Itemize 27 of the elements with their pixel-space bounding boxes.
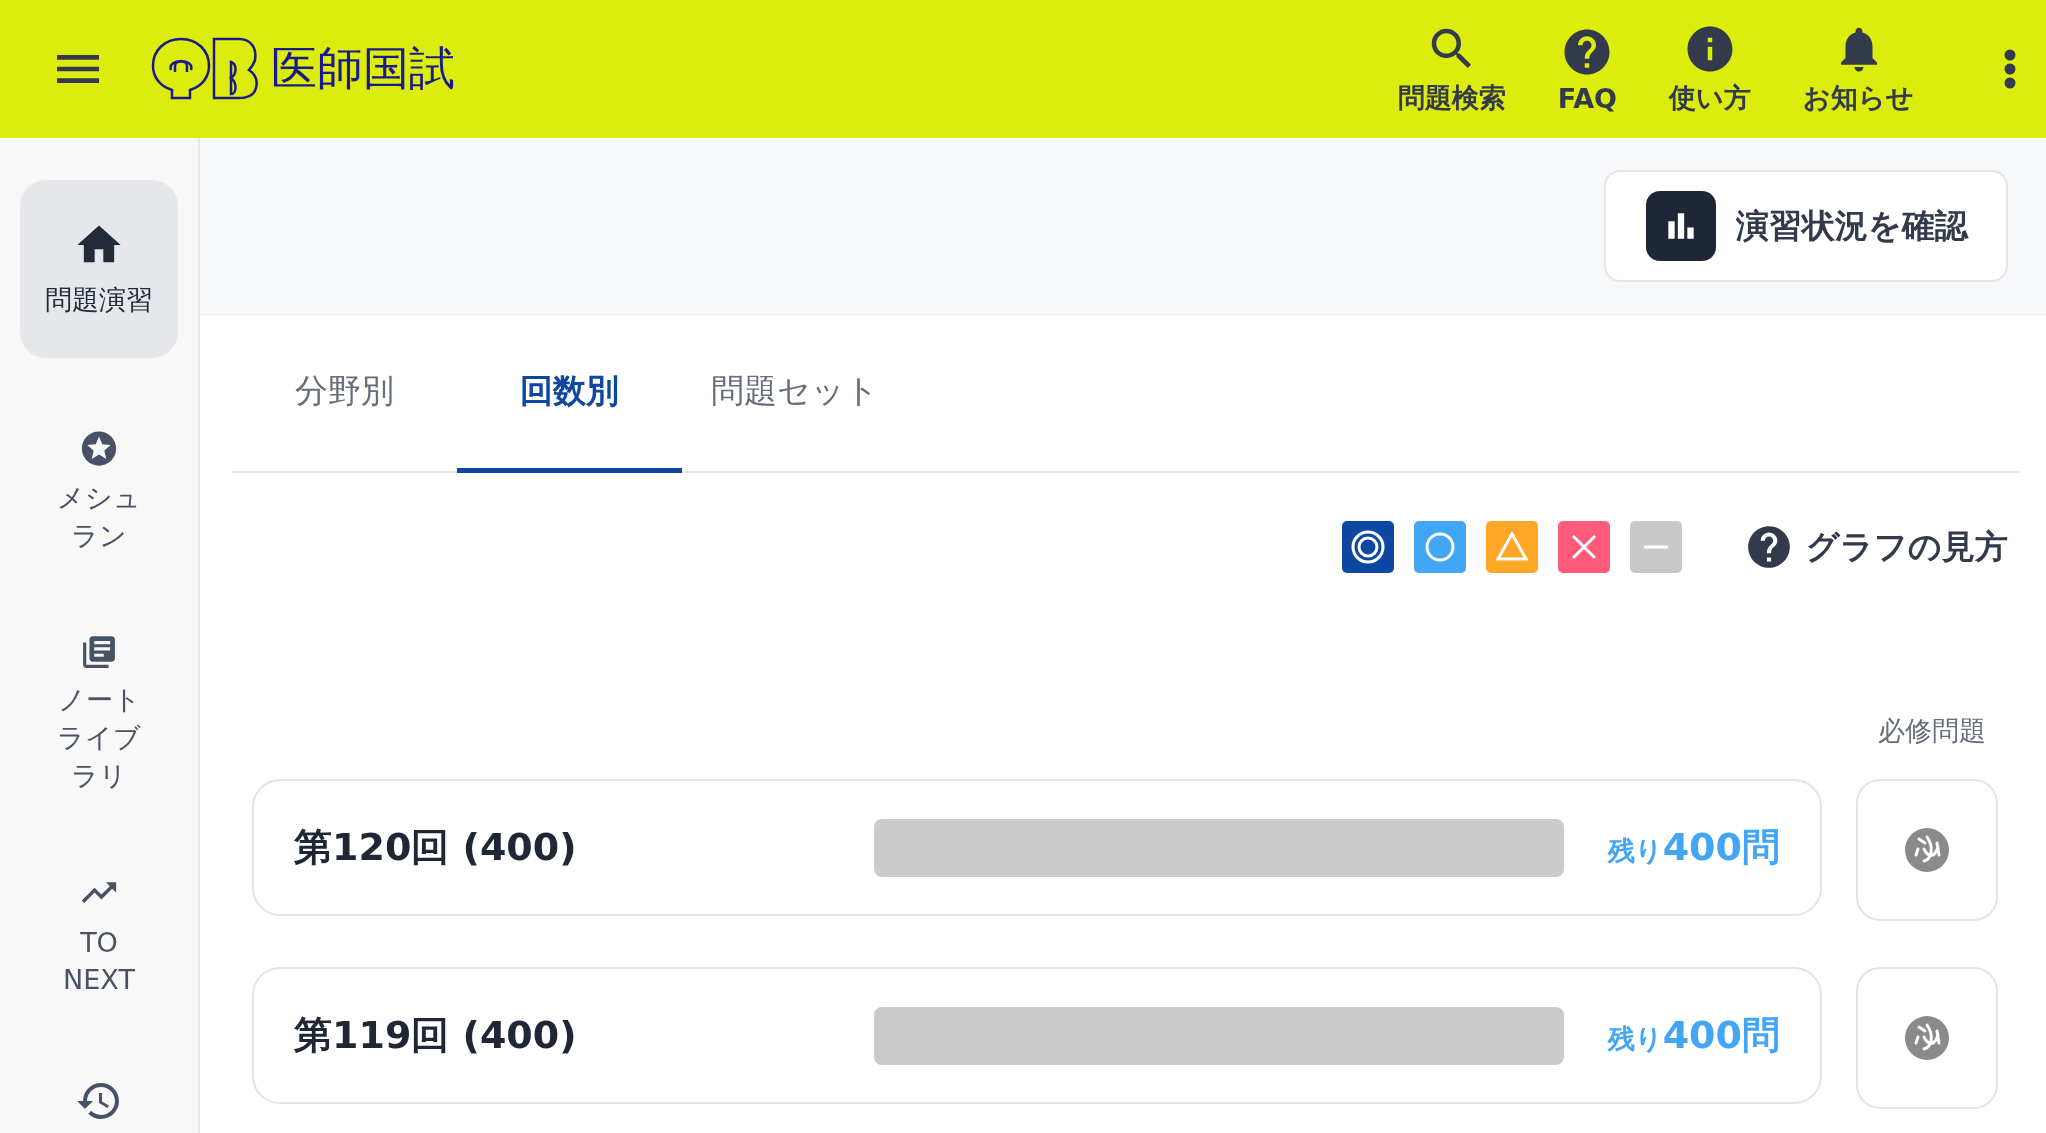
logo-text: 医師国試 [271, 40, 455, 97]
sidebar-item[interactable]: ノートライブラリ [20, 624, 178, 803]
sidebar-item[interactable]: TO NEXT [20, 864, 178, 1008]
bar-chart-icon [1646, 191, 1716, 261]
tab[interactable]: 回数別 [457, 333, 682, 473]
column-heading: 必修問題 [1878, 714, 1986, 748]
more-button[interactable] [2004, 49, 2016, 89]
progress-status-button[interactable]: 演習状況を確認 [1604, 170, 2008, 282]
bell-action[interactable]: お知らせ [1797, 22, 1920, 116]
tab[interactable]: 問題セット [682, 333, 907, 473]
exam-title: 第120回 (400) [294, 824, 578, 871]
exam-title: 第119回 (400) [294, 1012, 578, 1059]
required-button[interactable] [1856, 967, 1998, 1109]
required-icon [1904, 1015, 1950, 1061]
more-icon [2004, 49, 2016, 89]
remaining-count: 残り 400問 [1607, 824, 1780, 871]
sidebar-item[interactable]: メシュラン [20, 420, 178, 563]
search-action[interactable]: 問題検索 [1391, 22, 1512, 116]
tab[interactable]: 分野別 [232, 333, 457, 473]
graph-help-link[interactable]: グラフの見方 [1744, 522, 2008, 572]
sidebar-item[interactable]: 問題演習 [20, 180, 178, 358]
help-action[interactable]: FAQ [1551, 24, 1623, 114]
logo-icon [151, 36, 261, 102]
remaining-count: 残り 400問 [1607, 1012, 1780, 1059]
required-button[interactable] [1856, 779, 1998, 921]
info-action[interactable]: 使い方 [1663, 22, 1757, 116]
required-icon [1904, 827, 1950, 873]
